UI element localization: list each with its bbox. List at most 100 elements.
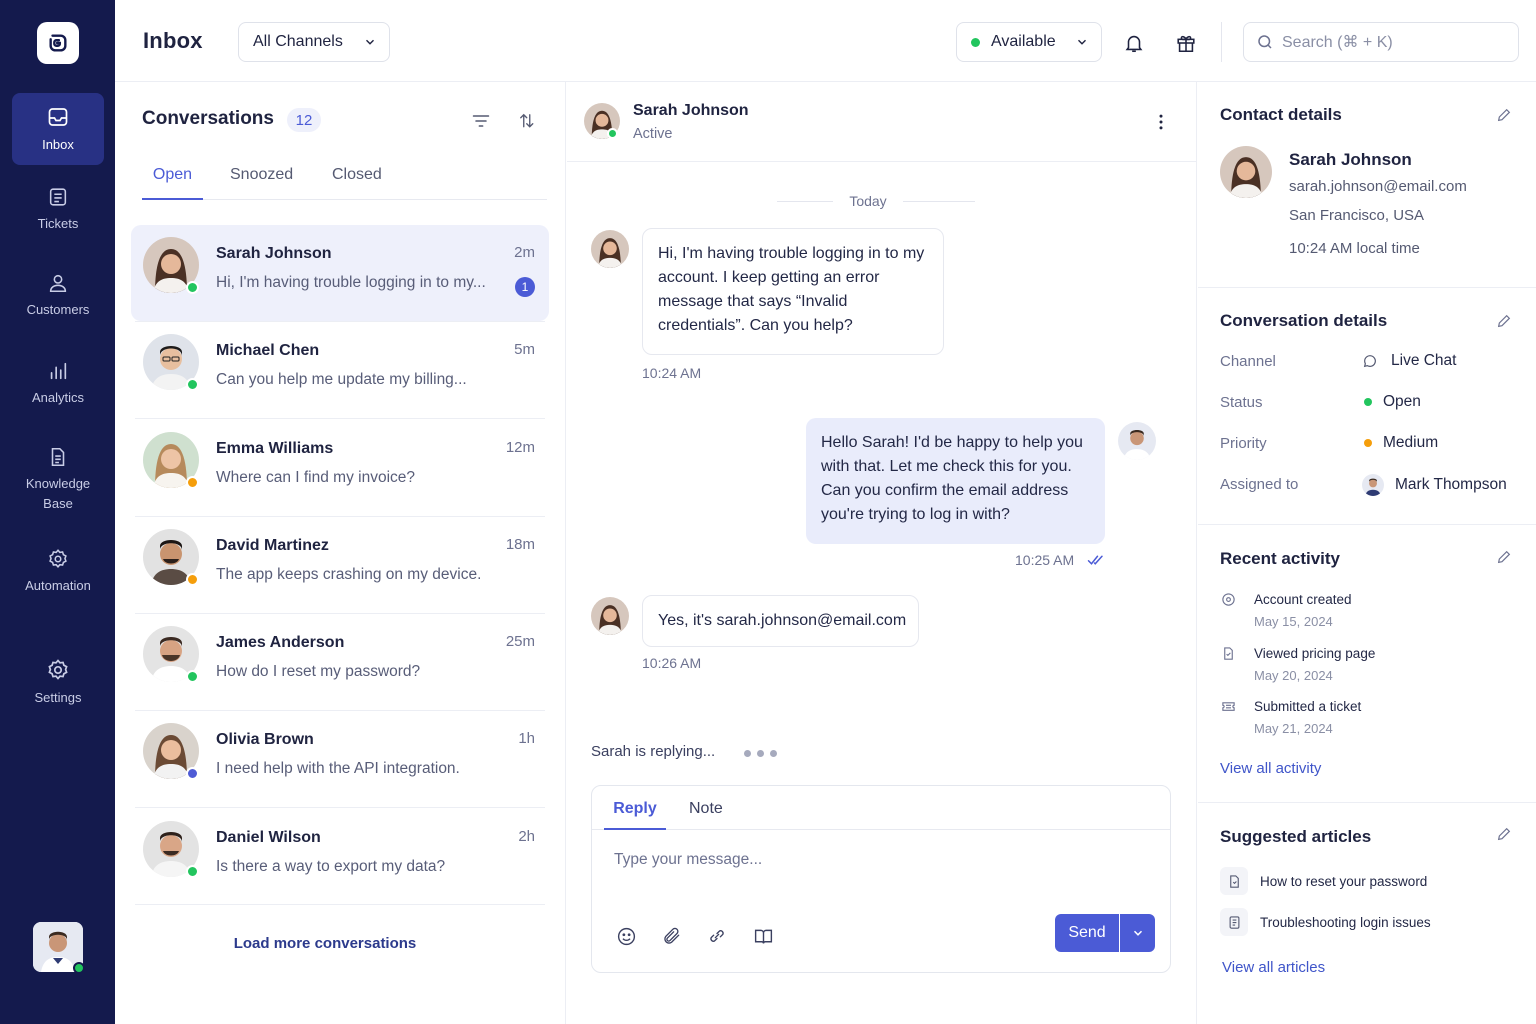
nav-item-label: Settings — [34, 690, 82, 705]
article-item[interactable]: Troubleshooting login issues — [1220, 908, 1510, 936]
contact-email[interactable]: sarah.johnson@email.com — [1289, 178, 1467, 195]
nav-item-settings[interactable]: Settings — [12, 658, 104, 718]
status-dot — [186, 767, 199, 780]
search-input[interactable]: Search (⌘ + K) — [1243, 22, 1519, 62]
message-composer: Reply Note Type your message... Send — [591, 785, 1171, 973]
availability-select[interactable]: Available — [956, 22, 1102, 62]
channel-filter-select[interactable]: All Channels — [238, 22, 390, 62]
contact-name: James Anderson — [216, 634, 345, 651]
nav-item-automation[interactable]: Automation — [12, 548, 104, 608]
more-options-button[interactable] — [1147, 108, 1175, 136]
chat-bubble-icon — [1363, 355, 1376, 368]
conversation-item[interactable]: David Martinez 18m The app keeps crashin… — [131, 517, 549, 613]
conversation-item[interactable]: Sarah Johnson 2m Hi, I'm having trouble … — [131, 225, 549, 321]
gift-button[interactable] — [1172, 29, 1200, 57]
channel-filter-value: All Channels — [253, 33, 343, 50]
search-icon — [1258, 35, 1272, 49]
availability-value: Available — [991, 33, 1056, 50]
nav-item-tickets[interactable]: Tickets — [12, 186, 104, 246]
nav-item-inbox[interactable]: Inbox — [12, 93, 104, 165]
link-button[interactable] — [703, 922, 731, 950]
nav-item-label: Inbox — [42, 137, 74, 152]
status-label: Status — [1220, 394, 1263, 411]
timestamp: 25m — [505, 633, 535, 650]
outgoing-message: Hello Sarah! I'd be happy to help you wi… — [806, 418, 1105, 544]
conversation-tabs: Open Snoozed Closed — [142, 166, 547, 200]
view-all-articles-link[interactable]: View all articles — [1222, 959, 1325, 976]
status-dot — [186, 281, 199, 294]
timestamp: 2h — [518, 828, 535, 845]
page-icon — [1224, 647, 1233, 660]
bell-icon — [1125, 35, 1143, 53]
avatar — [591, 230, 629, 268]
message-preview: Where can I find my invoice? — [216, 469, 416, 486]
read-receipt-icon — [1087, 555, 1103, 565]
tab-open[interactable]: Open — [142, 166, 203, 200]
settings-icon — [48, 659, 68, 680]
emoji-button[interactable] — [612, 922, 640, 950]
priority-label: Priority — [1220, 435, 1267, 452]
article-icon-box — [1220, 908, 1248, 936]
toolbar-divider — [1221, 22, 1222, 62]
edit-icon[interactable] — [1496, 826, 1512, 842]
priority-value[interactable]: Medium — [1364, 434, 1438, 452]
user-icon — [49, 274, 67, 293]
recent-activity-title: Recent activity — [1220, 549, 1340, 568]
message-time: 10:25 AM — [1015, 552, 1075, 568]
tab-closed[interactable]: Closed — [332, 166, 382, 200]
status-value[interactable]: Open — [1364, 393, 1421, 411]
assignee-value[interactable]: Mark Thompson — [1362, 474, 1507, 496]
priority-value-text: Medium — [1383, 434, 1439, 451]
edit-icon[interactable] — [1496, 107, 1512, 123]
load-more-button[interactable]: Load more conversations — [115, 935, 535, 952]
chevron-down-icon — [1078, 39, 1086, 45]
conversation-item[interactable]: Emma Williams 12m Where can I find my in… — [131, 420, 549, 516]
activity-date: May 20, 2024 — [1254, 668, 1333, 683]
priority-dot — [1364, 439, 1372, 447]
contact-local-time: 10:24 AM local time — [1289, 240, 1420, 257]
nav-item-analytics[interactable]: Analytics — [12, 360, 104, 420]
nav-item-label: Automation — [25, 578, 91, 593]
incoming-message: Hi, I'm having trouble logging in to my … — [642, 228, 944, 355]
nav-item-customers[interactable]: Customers — [12, 272, 104, 332]
nav-item-label: Knowledge Base — [25, 476, 91, 511]
contact-name: Michael Chen — [216, 342, 320, 359]
current-user-status-dot — [73, 962, 85, 974]
edit-icon[interactable] — [1496, 549, 1512, 565]
status-dot — [186, 476, 199, 489]
tab-note[interactable]: Note — [689, 800, 723, 818]
nav-item-knowledge-base[interactable]: Knowledge Base — [12, 446, 104, 526]
knowledge-base-button[interactable] — [749, 922, 777, 950]
conversation-item[interactable]: James Anderson 25m How do I reset my pas… — [131, 614, 549, 710]
tab-snoozed[interactable]: Snoozed — [230, 166, 293, 200]
status-dot — [186, 573, 199, 586]
channel-value: Live Chat — [1362, 352, 1456, 370]
article-title: How to reset your password — [1260, 873, 1428, 889]
activity-label: Viewed pricing page — [1254, 646, 1376, 661]
conversation-item[interactable]: Daniel Wilson 2h Is there a way to expor… — [131, 809, 549, 905]
channel-label: Channel — [1220, 353, 1276, 370]
conversation-item[interactable]: Michael Chen 5m Can you help me update m… — [131, 322, 549, 418]
filter-button[interactable] — [467, 107, 495, 135]
article-item[interactable]: How to reset your password — [1220, 867, 1510, 895]
app-logo[interactable] — [37, 22, 79, 64]
link-icon — [710, 930, 724, 942]
channel-value-text: Live Chat — [1391, 352, 1457, 369]
document-icon — [51, 447, 65, 467]
activity-label: Account created — [1254, 592, 1352, 607]
conversation-item[interactable]: Olivia Brown 1h I need help with the API… — [131, 711, 549, 807]
message-input[interactable]: Type your message... — [614, 851, 1144, 869]
view-all-activity-link[interactable]: View all activity — [1220, 760, 1321, 777]
sort-button[interactable] — [513, 107, 541, 135]
send-button[interactable]: Send — [1055, 914, 1119, 952]
edit-icon[interactable] — [1496, 313, 1512, 329]
top-bar: Inbox All Channels Available Search (⌘ +… — [115, 0, 1536, 82]
contact-name: Sarah Johnson — [216, 245, 332, 262]
contact-details-title: Contact details — [1220, 105, 1342, 124]
tab-reply[interactable]: Reply — [604, 800, 666, 830]
day-divider-line — [777, 201, 833, 202]
attach-button[interactable] — [658, 922, 686, 950]
message-preview: I need help with the API integration. — [216, 760, 460, 777]
send-options-button[interactable] — [1120, 914, 1155, 952]
notifications-button[interactable] — [1120, 29, 1148, 57]
